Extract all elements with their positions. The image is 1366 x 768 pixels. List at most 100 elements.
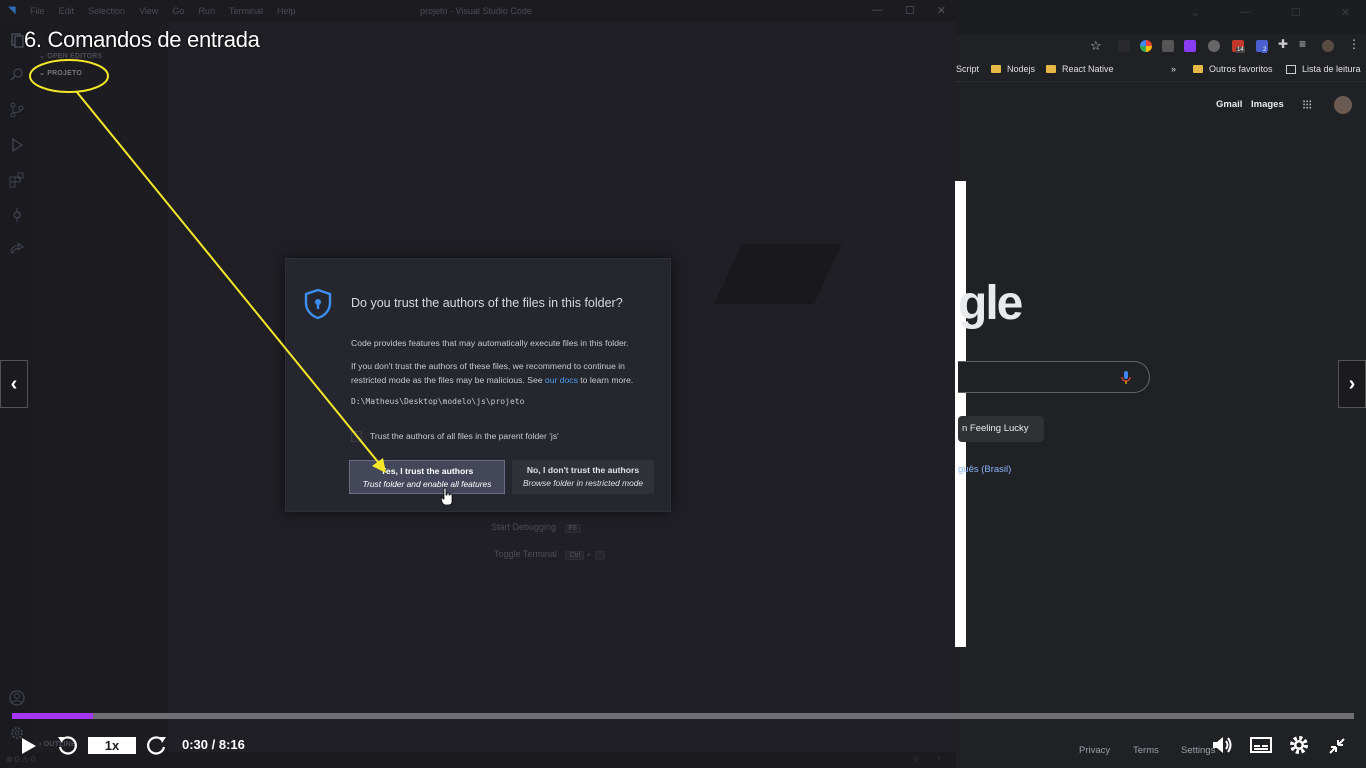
shortcut-plus: + — [586, 552, 591, 559]
vscode-window: ◥ File Edit Selection View Go Run Termin… — [0, 0, 956, 768]
remote-icon[interactable] — [8, 241, 25, 259]
chevron-right-icon: › — [1348, 372, 1356, 395]
shield-icon — [304, 288, 332, 320]
shortcut-toggle-terminal: Toggle Terminal Ctrl + ' — [494, 549, 605, 560]
source-control-icon[interactable] — [8, 102, 25, 119]
explorer-icon[interactable] — [8, 32, 25, 49]
menu-selection[interactable]: Selection — [88, 6, 125, 16]
maximize-icon[interactable]: ☐ — [1291, 6, 1301, 19]
bookmark-item[interactable]: Script — [956, 64, 979, 74]
previous-lecture-button[interactable]: ‹ — [0, 360, 28, 408]
menu-run[interactable]: Run — [198, 6, 215, 16]
extension-icon[interactable] — [1162, 40, 1174, 52]
reading-list-icon — [1286, 64, 1296, 74]
shortcut-key: ' — [595, 551, 605, 560]
rewind-5s-icon[interactable] — [56, 734, 78, 756]
extensions-icon[interactable] — [8, 172, 25, 189]
star-bookmark-icon[interactable]: ☆ — [1090, 38, 1102, 54]
maximize-icon[interactable]: ☐ — [905, 4, 915, 17]
paragraph-text: to learn more. — [577, 375, 634, 385]
menu-file[interactable]: File — [30, 6, 45, 16]
folder-icon — [1046, 65, 1056, 73]
extension-badge: 2 — [1262, 47, 1268, 53]
chevron-down-icon[interactable]: ⌄ — [1191, 6, 1200, 19]
bookmark-label: React Native — [1062, 64, 1114, 74]
menu-edit[interactable]: Edit — [59, 6, 75, 16]
chrome-extension-icon[interactable] — [1140, 40, 1152, 52]
minimize-icon[interactable]: — — [1240, 6, 1251, 19]
apps-grid-icon[interactable]: ⁝⁝⁝ — [1302, 97, 1312, 113]
our-docs-link[interactable]: our docs — [545, 375, 578, 385]
window-controls: — ☐ ✕ — [872, 4, 946, 17]
microphone-icon[interactable] — [1121, 370, 1131, 385]
close-icon[interactable]: ✕ — [937, 4, 946, 17]
run-debug-icon[interactable] — [8, 137, 25, 154]
browser-toolbar: ☆ 14 2 ✚ ≡ ⋮ — [956, 34, 1366, 58]
exit-fullscreen-icon[interactable] — [1327, 736, 1347, 756]
chevron-down-icon: ⌄ — [39, 53, 46, 60]
play-icon[interactable] — [20, 736, 38, 756]
extension-badge: 14 — [1236, 47, 1245, 53]
feeling-lucky-button[interactable]: n Feeling Lucky — [958, 416, 1044, 442]
folder-path: D:\Matheus\Desktop\modelo\js\projeto — [351, 397, 525, 406]
explorer-sidebar: ⌄ OPEN EDITORS ⌄ PROJETO › OUTLINE — [33, 22, 168, 768]
shortcut-start-debugging: Start Debugging F5 — [491, 522, 581, 533]
gmail-link[interactable]: Gmail — [1216, 99, 1242, 110]
close-icon[interactable]: ✕ — [1341, 6, 1350, 19]
minimize-icon[interactable]: — — [872, 4, 883, 17]
trust-yes-button[interactable]: Yes, I trust the authors Trust folder an… — [349, 460, 505, 494]
button-label: Yes, I trust the authors — [380, 466, 474, 476]
bookmark-item[interactable]: Nodejs — [991, 64, 1035, 74]
time-display: 0:30 / 8:16 — [182, 737, 245, 752]
reading-list-icon[interactable]: ≡ — [1299, 37, 1306, 51]
video-progress-bar[interactable] — [12, 713, 1354, 719]
bookmarks-overflow[interactable]: » — [1171, 64, 1176, 74]
chevron-down-icon: ⌄ — [39, 70, 46, 77]
settings-gear-icon[interactable] — [1288, 734, 1310, 756]
kebab-menu-icon[interactable]: ⋮ — [1348, 37, 1360, 51]
open-editors-section[interactable]: ⌄ OPEN EDITORS — [39, 52, 102, 60]
next-lecture-button[interactable]: › — [1338, 360, 1366, 408]
forward-5s-icon[interactable] — [146, 734, 168, 756]
vscode-titlebar: ◥ File Edit Selection View Go Run Termin… — [0, 0, 956, 22]
bookmark-item[interactable]: Outros favoritos — [1193, 64, 1273, 74]
button-sublabel: Trust folder and enable all features — [362, 479, 492, 489]
shortcut-key: Ctrl — [565, 551, 585, 560]
dialog-title: Do you trust the authors of the files in… — [351, 296, 623, 310]
menu-help[interactable]: Help — [277, 6, 296, 16]
extension-icon[interactable] — [1118, 40, 1130, 52]
menu-go[interactable]: Go — [172, 6, 184, 16]
open-editors-label: OPEN EDITORS — [47, 53, 103, 60]
parent-folder-checkbox[interactable] — [351, 431, 362, 442]
profile-avatar[interactable] — [1322, 40, 1334, 52]
images-link[interactable]: Images — [1251, 99, 1284, 110]
bookmark-label: Script — [956, 64, 980, 74]
button-sublabel: Browse folder in restricted mode — [522, 478, 644, 488]
captions-icon[interactable] — [1250, 737, 1272, 753]
video-player: ◥ File Edit Selection View Go Run Termin… — [0, 0, 1366, 768]
folder-icon — [991, 65, 1001, 73]
bookmark-label: Nodejs — [1007, 64, 1036, 74]
search-icon[interactable] — [8, 67, 25, 84]
git-commit-icon[interactable] — [8, 207, 25, 224]
account-icon[interactable] — [8, 690, 25, 707]
bookmark-item[interactable]: Lista de leitura — [1286, 64, 1361, 74]
extension-icon[interactable] — [1184, 40, 1196, 52]
white-window-edge — [955, 181, 966, 647]
shortcut-label: Toggle Terminal — [494, 549, 557, 559]
playback-speed-button[interactable]: 1x — [88, 737, 136, 754]
menu-view[interactable]: View — [139, 6, 158, 16]
bookmark-item[interactable]: React Native — [1046, 64, 1114, 74]
projeto-folder-section[interactable]: ⌄ PROJETO — [39, 69, 82, 77]
trust-no-button[interactable]: No, I don't trust the authors Browse fol… — [512, 460, 654, 494]
parent-folder-checkbox-label[interactable]: Trust the authors of all files in the pa… — [370, 431, 559, 441]
time-current: 0:30 — [182, 737, 209, 752]
volume-icon[interactable] — [1212, 735, 1234, 755]
browser-window-controls: ⌄ — ☐ ✕ — [1191, 6, 1350, 19]
google-search-box[interactable] — [958, 361, 1150, 393]
menu-terminal[interactable]: Terminal — [229, 6, 263, 16]
puzzle-extensions-icon[interactable]: ✚ — [1278, 37, 1288, 51]
extension-icon[interactable] — [1208, 40, 1220, 52]
language-link[interactable]: guês (Brasil) — [958, 464, 1011, 475]
account-avatar[interactable] — [1334, 96, 1352, 114]
